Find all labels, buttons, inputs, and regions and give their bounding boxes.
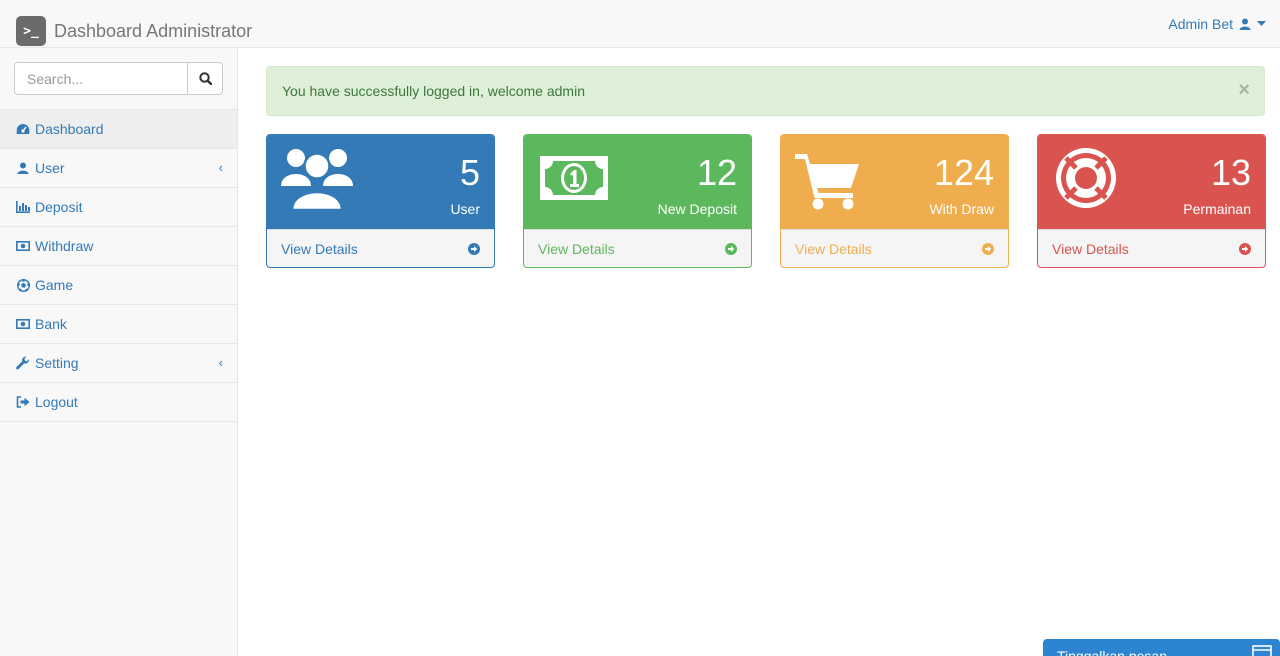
arrow-circle-right-icon bbox=[982, 242, 994, 255]
close-icon[interactable]: × bbox=[1238, 80, 1250, 100]
money-icon bbox=[16, 239, 30, 253]
brand-link[interactable]: >_ Dashboard Administrator bbox=[16, 16, 252, 46]
sidebar-item-setting[interactable]: Setting ‹ bbox=[0, 344, 237, 383]
user-name: Admin Bet bbox=[1168, 16, 1233, 32]
sidebar-item-deposit[interactable]: Deposit bbox=[0, 188, 237, 227]
user-icon bbox=[1239, 18, 1251, 30]
user-dropdown[interactable]: Admin Bet bbox=[1168, 16, 1266, 32]
stat-panel-deposit: 12 New Deposit View Details bbox=[523, 134, 752, 268]
search-icon bbox=[198, 72, 212, 85]
search-group bbox=[14, 62, 223, 95]
stat-panel-user: 5 User View Details bbox=[266, 134, 495, 268]
panel-heading: 12 New Deposit bbox=[524, 135, 751, 229]
view-details-label: View Details bbox=[795, 240, 872, 257]
sidebar-item-logout[interactable]: Logout bbox=[0, 383, 237, 422]
game-count: 13 bbox=[1210, 152, 1251, 193]
panel-label: User bbox=[450, 201, 480, 217]
panel-heading: 13 Permainan bbox=[1038, 135, 1265, 229]
sidebar-item-label: User bbox=[35, 160, 65, 176]
arrow-circle-right-icon bbox=[725, 242, 737, 255]
sidebar-item-game[interactable]: Game bbox=[0, 266, 237, 305]
search-button[interactable] bbox=[187, 62, 223, 95]
sidebar-menu: Dashboard User ‹ Deposit Withdraw Game B… bbox=[0, 109, 237, 422]
money-bill-icon bbox=[538, 144, 610, 215]
caret-down-icon bbox=[1257, 21, 1266, 26]
arrow-circle-right-icon bbox=[468, 242, 480, 255]
top-navbar: >_ Dashboard Administrator Admin Bet bbox=[0, 0, 1280, 48]
stat-panel-withdraw: 124 With Draw View Details bbox=[780, 134, 1009, 268]
terminal-logo-icon: >_ bbox=[16, 16, 46, 46]
brand-title: Dashboard Administrator bbox=[54, 20, 253, 41]
chat-window-icon bbox=[1252, 645, 1272, 656]
panel-heading: 124 With Draw bbox=[781, 135, 1008, 229]
sidebar-item-label: Game bbox=[35, 277, 74, 293]
search-input[interactable] bbox=[14, 62, 187, 95]
chevron-left-icon: ‹ bbox=[218, 355, 223, 370]
stat-panel-permainan: 13 Permainan View Details bbox=[1037, 134, 1266, 268]
user-icon bbox=[16, 161, 30, 175]
life-ring-icon bbox=[1052, 144, 1124, 215]
sidebar-item-label: Dashboard bbox=[35, 121, 104, 137]
chat-widget-tab[interactable]: Tinggalkan pesan bbox=[1043, 639, 1280, 656]
sidebar-item-dashboard[interactable]: Dashboard bbox=[0, 110, 237, 149]
sidebar-item-label: Setting bbox=[35, 355, 79, 371]
users-icon bbox=[281, 144, 353, 215]
panel-label: With Draw bbox=[929, 201, 994, 217]
chevron-left-icon: ‹ bbox=[218, 160, 223, 175]
dashboard-icon bbox=[16, 122, 30, 136]
login-success-alert: You have successfully logged in, welcome… bbox=[266, 66, 1265, 116]
arrow-circle-right-icon bbox=[1239, 242, 1251, 255]
sidebar-item-withdraw[interactable]: Withdraw bbox=[0, 227, 237, 266]
sidebar: Dashboard User ‹ Deposit Withdraw Game bbox=[0, 48, 238, 656]
sidebar-item-bank[interactable]: Bank bbox=[0, 305, 237, 344]
soccer-ball-icon bbox=[16, 278, 30, 292]
sidebar-item-label: Bank bbox=[35, 316, 67, 332]
chat-label: Tinggalkan pesan bbox=[1057, 648, 1168, 656]
withdraw-count: 124 bbox=[933, 152, 994, 193]
view-details-label: View Details bbox=[281, 240, 358, 257]
shopping-cart-icon bbox=[795, 144, 867, 215]
bar-chart-icon bbox=[16, 200, 30, 214]
view-details-link[interactable]: View Details bbox=[267, 229, 494, 267]
wrench-icon bbox=[16, 356, 30, 370]
sidebar-item-user[interactable]: User ‹ bbox=[0, 149, 237, 188]
sidebar-item-label: Withdraw bbox=[35, 238, 94, 254]
panel-label: Permainan bbox=[1183, 201, 1251, 217]
view-details-link[interactable]: View Details bbox=[524, 229, 751, 267]
view-details-label: View Details bbox=[538, 240, 615, 257]
panel-heading: 5 User bbox=[267, 135, 494, 229]
sign-out-icon bbox=[16, 395, 30, 409]
deposit-count: 12 bbox=[696, 152, 737, 193]
view-details-link[interactable]: View Details bbox=[1038, 229, 1265, 267]
sidebar-item-label: Logout bbox=[35, 394, 78, 410]
money-icon bbox=[16, 317, 30, 331]
user-count: 5 bbox=[459, 152, 480, 193]
sidebar-item-label: Deposit bbox=[35, 199, 83, 215]
panel-label: New Deposit bbox=[657, 201, 737, 217]
view-details-label: View Details bbox=[1052, 240, 1129, 257]
view-details-link[interactable]: View Details bbox=[781, 229, 1008, 267]
alert-message: You have successfully logged in, welcome… bbox=[282, 83, 585, 99]
